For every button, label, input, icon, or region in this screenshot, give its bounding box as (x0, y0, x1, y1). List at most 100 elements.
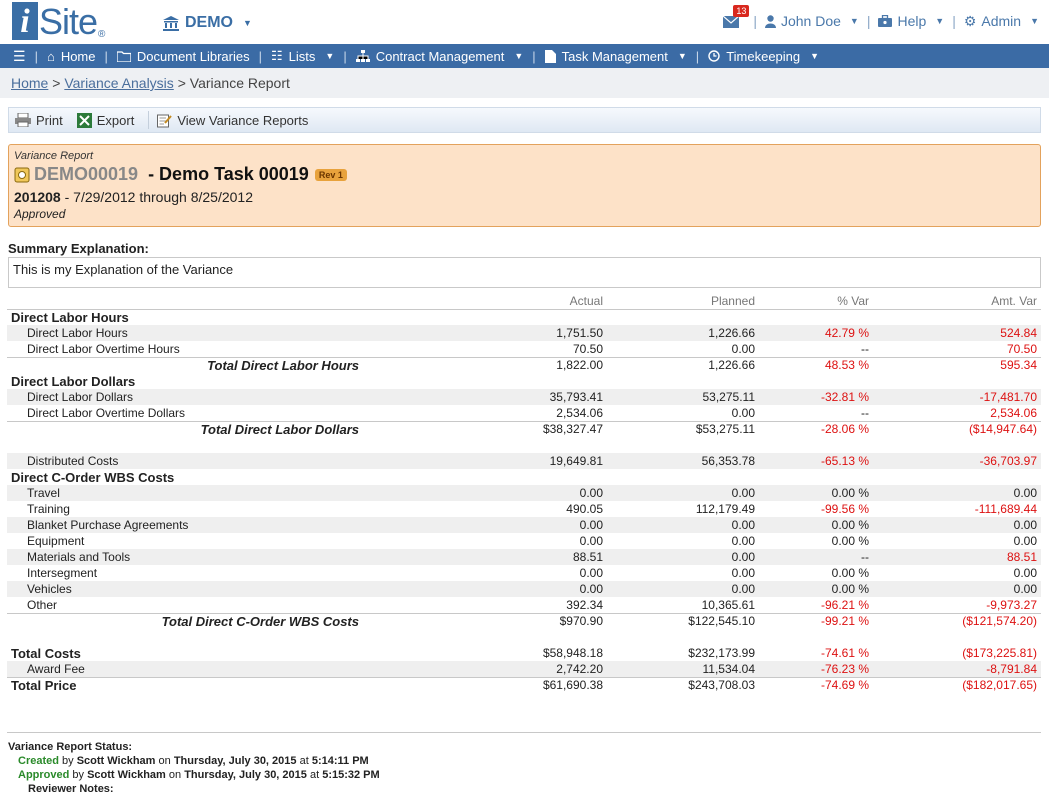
table-row: Materials and Tools 88.51 0.00 -- 88.51 (7, 549, 1041, 565)
cell-amt-var: -17,481.70 (873, 389, 1041, 405)
table-row: Intersegment 0.00 0.00 0.00 % 0.00 (7, 565, 1041, 581)
row-label: Distributed Costs (7, 453, 367, 469)
nav-home[interactable]: ⌂ Home (42, 49, 101, 64)
task-id[interactable]: DEMO00019 (34, 164, 138, 185)
row-label: Direct Labor Dollars (7, 389, 367, 405)
table-row: Blanket Purchase Agreements 0.00 0.00 0.… (7, 517, 1041, 533)
divider: | (343, 48, 347, 64)
list-icon: ☷ (271, 48, 283, 63)
cell-actual: 35,793.41 (367, 389, 607, 405)
total-price-row: Total Price $61,690.38 $243,708.03 -74.6… (7, 676, 1041, 693)
clock-icon (708, 50, 720, 62)
cell-pct-var: 0.00 % (759, 581, 873, 597)
cell-amt-var: 2,534.06 (990, 405, 1037, 420)
breadcrumb-separator: > (52, 75, 61, 91)
spacer-row (7, 629, 1041, 645)
divider: | (104, 48, 108, 64)
report-toolbar: Print Export View Variance Reports (8, 107, 1041, 133)
cell-planned: $122,545.10 (607, 612, 759, 629)
approved-time: 5:15:32 PM (322, 769, 380, 781)
report-status-section: Variance Report Status: Created by Scott… (8, 741, 380, 795)
edit-document-icon (157, 114, 173, 127)
status-text: at (296, 755, 312, 767)
cell-actual: 2,742.20 (367, 661, 607, 677)
cell-actual: 0.00 (579, 566, 603, 580)
help-label: Help (897, 13, 927, 29)
cell-planned: 0.00 (731, 341, 755, 356)
nav-task-management[interactable]: Task Management ▼ (540, 49, 692, 64)
cell-pct-var: -65.13 % (759, 453, 873, 469)
hamburger-icon: ☰ (13, 47, 26, 64)
created-date: Thursday, July 30, 2015 (173, 755, 297, 767)
divider: | (753, 13, 757, 29)
view-variance-reports-button[interactable]: View Variance Reports (157, 113, 308, 128)
total-costs-label: Total Costs (11, 645, 81, 661)
col-planned: Planned (607, 293, 759, 310)
print-label: Print (36, 112, 63, 128)
divider: | (952, 13, 956, 29)
cell-actual: 490.05 (566, 502, 603, 516)
revision-badge: Rev 1 (314, 168, 347, 181)
breadcrumb-home-link[interactable]: Home (11, 75, 48, 91)
row-label: Travel (7, 485, 367, 501)
row-label: Direct Labor Overtime Hours (27, 341, 180, 356)
status-text: on (165, 769, 185, 781)
cell-pct-var: -99.21 % (759, 612, 873, 629)
table-header-row: Actual Planned % Var Amt. Var (7, 293, 1041, 310)
table-row: Travel 0.00 0.00 0.00 % 0.00 (7, 485, 1041, 501)
site-selector[interactable]: DEMO ▼ (163, 14, 252, 32)
export-button[interactable]: Export (76, 112, 134, 128)
divider: | (34, 48, 38, 64)
table-row: Equipment 0.00 0.00 0.00 % 0.00 (7, 533, 1041, 549)
section-title: Direct C-Order WBS Costs (11, 469, 175, 485)
print-button[interactable]: Print (15, 113, 63, 128)
row-label: Materials and Tools (7, 549, 367, 565)
help-menu[interactable]: Help ▼ (878, 13, 944, 29)
nav-timekeeping[interactable]: Timekeeping ▼ (703, 49, 824, 64)
cell-pct-var: -99.56 % (820, 502, 869, 516)
user-menu-area: 13 | John Doe ▼ | Help ▼ | ⚙ Admin ▼ (723, 5, 1039, 30)
site-name: DEMO (185, 14, 233, 31)
cell-amt-var: ($173,225.81) (962, 646, 1037, 660)
cell-actual: 2,534.06 (556, 405, 603, 420)
cell-actual: $61,690.38 (367, 676, 607, 693)
total-label: Total Direct C-Order WBS Costs (7, 612, 367, 629)
cell-planned: $232,173.99 (688, 646, 755, 660)
nav-contract-management[interactable]: Contract Management ▼ (351, 49, 529, 64)
cell-planned: 10,365.61 (701, 597, 755, 612)
divider (148, 111, 150, 129)
messages-button[interactable]: 13 (723, 5, 750, 30)
cell-amt-var: 88.51 (873, 549, 1041, 565)
caret-down-icon: ▼ (325, 51, 335, 61)
isite-logo[interactable]: i Site ® (12, 2, 105, 40)
cell-pct-var: 42.79 % (759, 325, 873, 341)
nav-document-libraries[interactable]: Document Libraries (112, 49, 255, 64)
col-pct-var: % Var (759, 293, 873, 310)
report-header: Variance Report DEMO00019 - Demo Task 00… (8, 144, 1041, 227)
hamburger-menu-button[interactable]: ☰ (8, 48, 31, 65)
nav-doc-label: Document Libraries (136, 48, 250, 64)
cell-actual: $58,948.18 (542, 646, 603, 660)
cell-pct-var: -74.61 % (820, 646, 869, 660)
cell-actual: 0.00 (367, 517, 607, 533)
row-label: Direct Labor Overtime Dollars (27, 405, 186, 420)
cell-amt-var: ($121,574.20) (873, 612, 1041, 629)
row-label: Direct Labor Hours (7, 325, 367, 341)
admin-menu[interactable]: ⚙ Admin ▼ (964, 13, 1039, 30)
cell-amt-var: ($182,017.65) (873, 676, 1041, 693)
cell-amt-var: -8,791.84 (873, 661, 1041, 677)
logo-registered: ® (98, 29, 106, 40)
report-title: DEMO00019 - Demo Task 00019 Rev 1 (14, 164, 1035, 185)
status-text: at (306, 769, 323, 781)
briefcase-icon (878, 15, 893, 27)
cell-amt-var: 70.50 (1006, 341, 1037, 356)
approved-by: Scott Wickham (87, 769, 166, 781)
report-type-label: Variance Report (14, 150, 94, 162)
breadcrumb-variance-link[interactable]: Variance Analysis (64, 75, 173, 91)
divider: | (532, 48, 536, 64)
cell-pct-var: 0.00 % (759, 485, 873, 501)
user-menu[interactable]: John Doe ▼ (764, 13, 859, 29)
nav-time-label: Timekeeping (726, 48, 801, 64)
nav-lists[interactable]: ☷ Lists ▼ (266, 48, 339, 64)
table-row: Training 490.05 112,179.49 -99.56 % -111… (7, 501, 1041, 517)
